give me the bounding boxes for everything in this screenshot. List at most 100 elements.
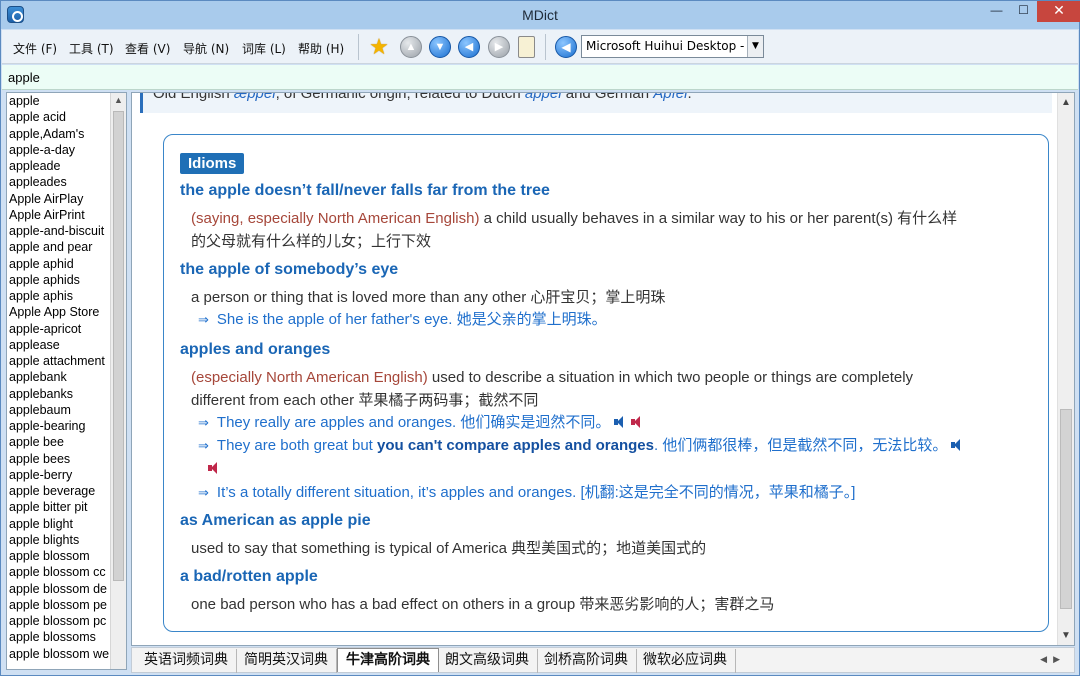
maximize-button[interactable]: ☐: [1010, 1, 1037, 22]
tab-bing-dictionary[interactable]: 微软必应词典: [635, 649, 736, 673]
scroll-thumb[interactable]: [1060, 409, 1072, 609]
list-item[interactable]: apple and pear: [7, 239, 110, 255]
list-item[interactable]: apple bees: [7, 451, 110, 467]
list-item[interactable]: apple blights: [7, 532, 110, 548]
list-item[interactable]: apple blight: [7, 516, 110, 532]
example-text: . 他们俩都很棒，但是截然不同，无法比较。: [654, 437, 948, 454]
uk-pronunciation-speaker-icon[interactable]: [614, 416, 627, 428]
list-item[interactable]: apple aphid: [7, 256, 110, 272]
list-item[interactable]: apple blossom de: [7, 581, 110, 597]
scroll-down-icon[interactable]: ▼: [1058, 630, 1074, 641]
etymology: Old English æppel, of Germanic origin; r…: [140, 92, 1052, 113]
etymology-text: Old English: [153, 92, 234, 102]
tab-longman-advanced[interactable]: 朗文高级词典: [437, 649, 538, 673]
us-pronunciation-speaker-icon[interactable]: [631, 416, 644, 428]
list-item[interactable]: Apple AirPrint: [7, 207, 110, 223]
tab-concise-en-cn[interactable]: 简明英汉词典: [236, 649, 337, 673]
etymology-text: , of Germanic origin; related to Dutch: [275, 92, 525, 102]
list-item[interactable]: apple blossom: [7, 548, 110, 564]
tab-scroll-arrows[interactable]: ◀▶: [1040, 654, 1066, 665]
definition-text: different from each other 苹果橘子两码事；截然不同: [191, 392, 539, 409]
tab-word-frequency[interactable]: 英语词频词典: [136, 649, 237, 673]
menu-view[interactable]: 查看 (V): [125, 40, 170, 57]
word-list[interactable]: apple apple acid apple,Adam's apple-a-day ap…: [6, 92, 127, 670]
scroll-up-icon[interactable]: ▲: [111, 95, 126, 105]
forward-icon[interactable]: ▶: [488, 36, 510, 58]
list-item[interactable]: apple blossom we: [7, 646, 110, 662]
list-item[interactable]: applebanks: [7, 386, 110, 402]
list-item[interactable]: apple-apricot: [7, 321, 110, 337]
menu-navigate[interactable]: 导航 (N): [183, 40, 229, 57]
etymology-word: æppel: [233, 92, 276, 102]
list-item[interactable]: Apple App Store: [7, 304, 110, 320]
toolbar-separator: [545, 34, 546, 60]
list-item[interactable]: apple bitter pit: [7, 499, 110, 515]
list-item[interactable]: apple bee: [7, 434, 110, 450]
favorite-star-icon[interactable]: ★: [368, 36, 390, 58]
list-item[interactable]: apple aphis: [7, 288, 110, 304]
back-icon[interactable]: ◀: [458, 36, 480, 58]
us-pronunciation-speaker-icon[interactable]: [208, 462, 221, 474]
definition-scrollbar[interactable]: ▲ ▼: [1057, 93, 1074, 645]
definition-text: one bad person who has a bad effect on o…: [191, 596, 775, 613]
close-button[interactable]: ✕: [1037, 1, 1080, 22]
voice-select[interactable]: Microsoft Huihui Desktop - C ▼: [581, 35, 764, 58]
window-title: MDict: [522, 7, 558, 23]
voice-select-value: Microsoft Huihui Desktop - C: [586, 39, 757, 53]
etymology-word: appel: [524, 92, 562, 102]
list-item[interactable]: applease: [7, 337, 110, 353]
etymology-text: and German: [561, 92, 654, 102]
list-item[interactable]: apple aphids: [7, 272, 110, 288]
tab-cambridge-advanced[interactable]: 剑桥高阶词典: [536, 649, 637, 673]
menu-library[interactable]: 词库 (L): [242, 40, 286, 57]
list-item[interactable]: apple,Adam's: [7, 126, 110, 142]
list-item[interactable]: applebank: [7, 369, 110, 385]
menu-file[interactable]: 文件 (F): [13, 40, 57, 57]
uk-pronunciation-speaker-icon[interactable]: [951, 439, 964, 451]
usage-label: (saying, especially North American Engli…: [191, 210, 480, 227]
definition-text: used to say that something is typical of…: [191, 540, 707, 557]
usage-label: (especially North American English): [191, 369, 428, 386]
list-item[interactable]: apple blossom pe: [7, 597, 110, 613]
list-item[interactable]: apple blossoms: [7, 629, 110, 645]
idioms-label: Idioms: [180, 153, 245, 174]
list-item[interactable]: apple: [7, 93, 110, 109]
definition-text: used to describe a situation in which tw…: [427, 369, 914, 386]
menu-help[interactable]: 帮助 (H): [298, 40, 344, 57]
idiom-headword: the apple of somebody’s eye: [180, 261, 399, 278]
list-item[interactable]: applebaum: [7, 402, 110, 418]
dictionary-tabs: 英语词频词典 简明英汉词典 牛津高阶词典 朗文高级词典 剑桥高阶词典 微软必应词…: [131, 647, 1075, 673]
history-up-icon[interactable]: ▲: [400, 36, 422, 58]
list-item[interactable]: apple-berry: [7, 467, 110, 483]
list-item[interactable]: apple blossom pc: [7, 613, 110, 629]
definition-text: a person or thing that is loved more tha…: [191, 289, 666, 306]
list-item[interactable]: apple-bearing: [7, 418, 110, 434]
list-item[interactable]: apple-and-biscuit: [7, 223, 110, 239]
speak-icon[interactable]: ◀: [555, 36, 577, 58]
menu-tools[interactable]: 工具 (T): [69, 40, 114, 57]
example-arrow-icon: ⇒: [198, 312, 209, 327]
word-list-scrollbar[interactable]: ▲: [110, 93, 126, 669]
history-down-icon[interactable]: ▼: [429, 36, 451, 58]
definition-text: a child usually behaves in a similar way…: [479, 210, 958, 227]
list-item[interactable]: apple blossom cc: [7, 564, 110, 580]
example-arrow-icon: ⇒: [198, 485, 209, 500]
etymology-text: .: [687, 92, 692, 102]
scroll-thumb[interactable]: [113, 111, 124, 581]
example-arrow-icon: ⇒: [198, 415, 209, 430]
minimize-button[interactable]: —: [983, 1, 1010, 22]
list-item[interactable]: apple beverage: [7, 483, 110, 499]
list-item[interactable]: appleades: [7, 174, 110, 190]
chevron-down-icon[interactable]: ▼: [747, 36, 763, 57]
tab-oxford-advanced[interactable]: 牛津高阶词典: [337, 648, 439, 672]
list-item[interactable]: apple attachment: [7, 353, 110, 369]
example-sentence: ⇒ They really are apples and oranges. 他们确…: [198, 411, 1038, 434]
list-item[interactable]: apple acid: [7, 109, 110, 125]
clipboard-icon[interactable]: [518, 36, 540, 58]
list-item[interactable]: Apple AirPlay: [7, 191, 110, 207]
search-input[interactable]: [8, 69, 1068, 86]
search-bar: [2, 65, 1078, 90]
list-item[interactable]: apple-a-day: [7, 142, 110, 158]
scroll-up-icon[interactable]: ▲: [1058, 97, 1074, 108]
list-item[interactable]: appleade: [7, 158, 110, 174]
